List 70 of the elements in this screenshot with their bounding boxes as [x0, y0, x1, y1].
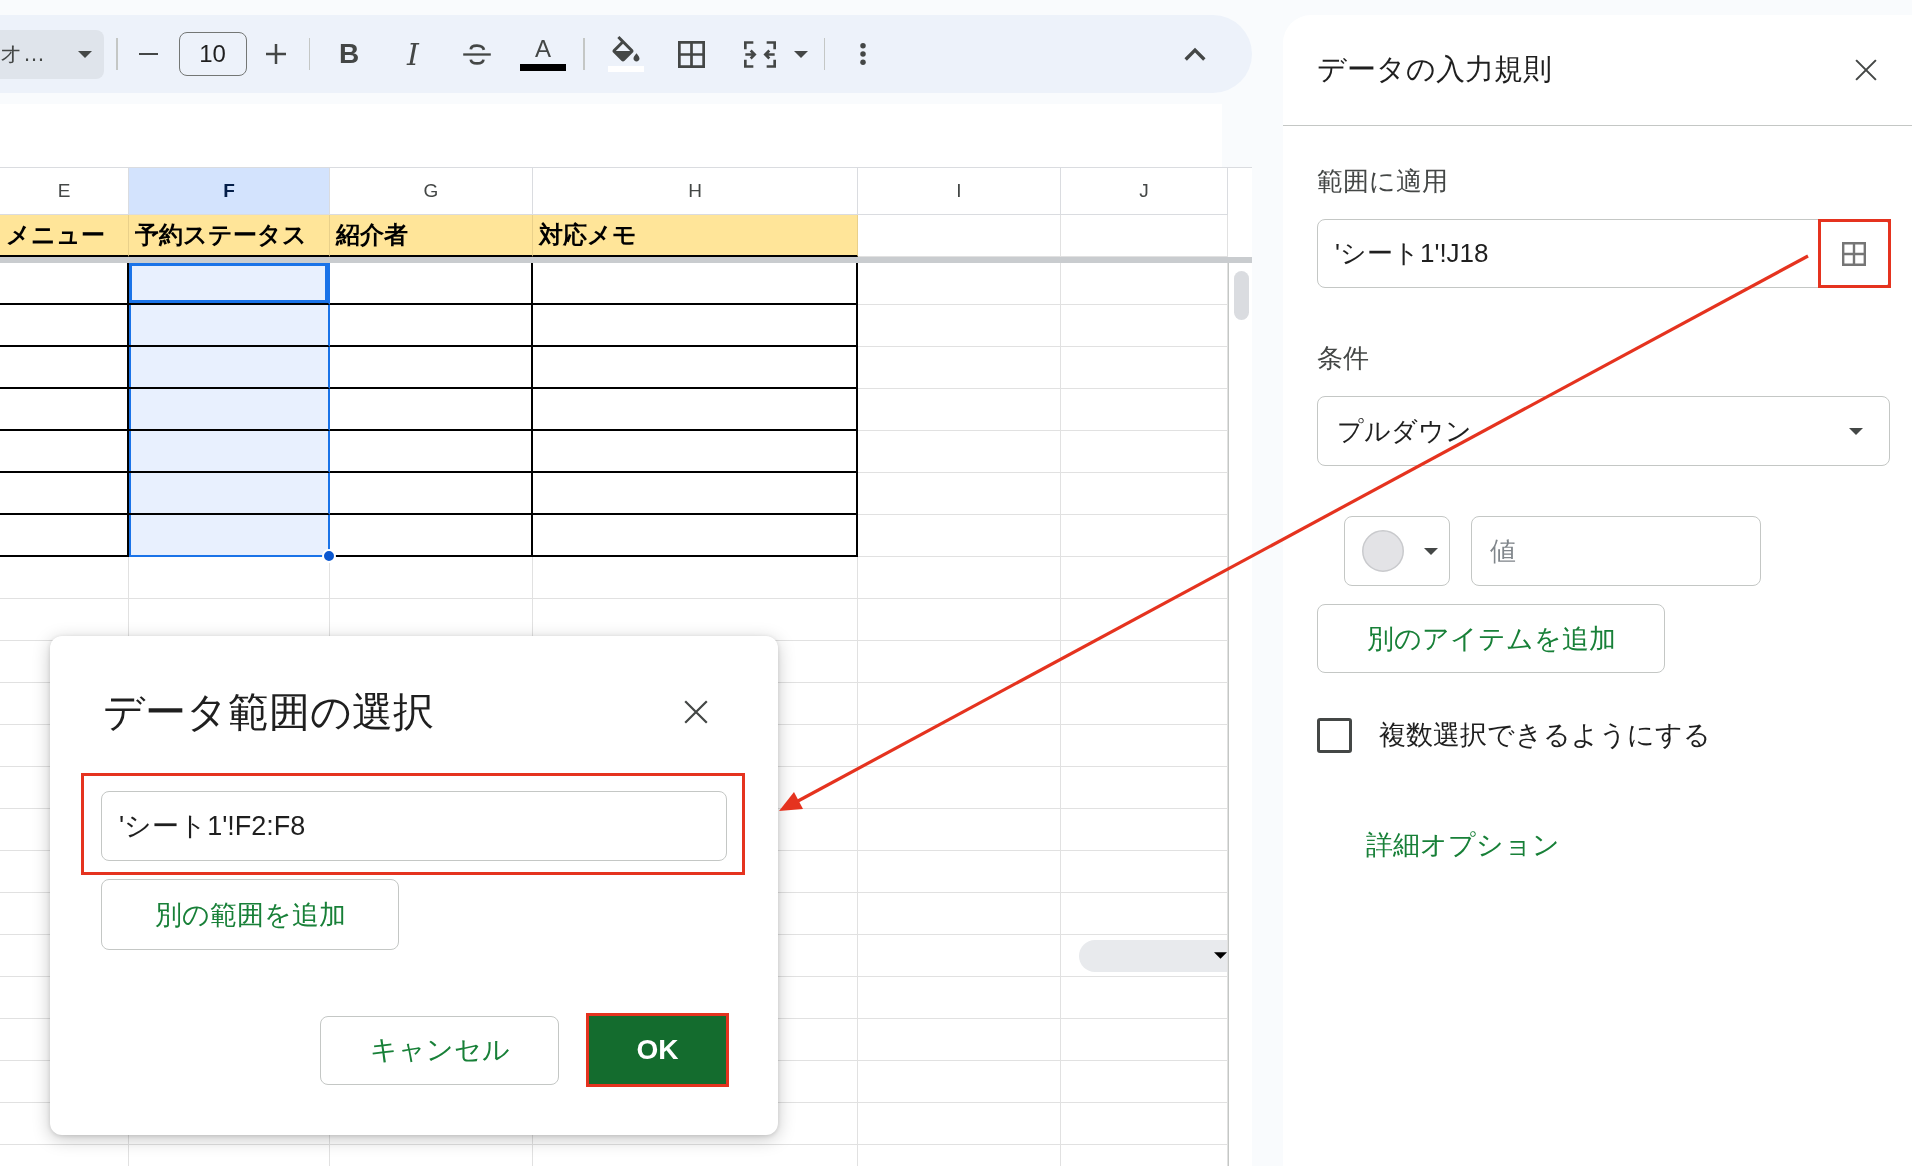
range-field[interactable]: 'シート1'!J18 [1317, 219, 1890, 288]
table-cell[interactable] [533, 515, 858, 557]
header-cell[interactable]: 対応メモ [533, 215, 858, 257]
dropdown-chip[interactable] [1079, 939, 1227, 972]
close-icon [1855, 59, 1877, 81]
table-cell[interactable] [533, 263, 858, 305]
grid-icon [1842, 241, 1866, 266]
strikethrough-icon [463, 42, 491, 66]
checkbox-label: 複数選択できるようにする [1379, 719, 1711, 752]
paint-bucket-icon [607, 36, 644, 72]
color-picker-button[interactable] [1344, 516, 1450, 586]
formula-bar[interactable] [0, 104, 1222, 167]
add-item-button[interactable]: 別のアイテムを追加 [1317, 604, 1665, 673]
table-cell[interactable] [129, 305, 330, 347]
font-menu[interactable]: オ… [0, 29, 104, 79]
header-cell[interactable]: メニュー [0, 215, 129, 257]
table-cell[interactable] [533, 431, 858, 473]
column-header[interactable]: F [129, 168, 330, 215]
close-button[interactable] [684, 700, 708, 724]
caret-icon [1424, 547, 1438, 555]
range-picker-button[interactable] [1817, 219, 1891, 288]
range-field[interactable]: 'シート1'!F2:F8 [101, 791, 727, 861]
table-cell[interactable] [129, 473, 330, 515]
caret-icon [1214, 952, 1227, 959]
merge-icon [743, 40, 776, 68]
plus-icon [265, 44, 286, 64]
font-size-field[interactable]: 10 [178, 32, 247, 76]
table-cell[interactable] [129, 263, 330, 305]
header-cell[interactable]: 紹介者 [330, 215, 533, 257]
fill-handle[interactable] [322, 549, 336, 563]
close-icon [684, 700, 708, 724]
table-cell[interactable] [330, 347, 533, 389]
advanced-options-link[interactable]: 詳細オプション [1366, 829, 1560, 861]
more-icon [860, 43, 866, 65]
cancel-button[interactable]: キャンセル [320, 1015, 559, 1085]
checkbox[interactable] [1317, 717, 1352, 753]
field-label: 範囲に適用 [1317, 166, 1448, 196]
table-cell[interactable] [330, 263, 533, 305]
table-cell[interactable] [129, 389, 330, 431]
bold-button[interactable]: B [325, 30, 373, 78]
table-cell[interactable] [129, 347, 330, 389]
table-cell[interactable] [330, 473, 533, 515]
table-cell[interactable] [533, 473, 858, 515]
close-button[interactable] [1855, 59, 1877, 81]
caret-icon [1849, 427, 1863, 435]
table-cell[interactable] [330, 431, 533, 473]
value-field[interactable]: 値 [1471, 516, 1761, 586]
ok-button[interactable]: OK [586, 1013, 729, 1087]
text-color-button[interactable]: A [519, 30, 567, 78]
color-swatch-icon [520, 64, 566, 71]
dialog-title: データ範囲の選択 [103, 687, 434, 737]
panel-title: データの入力規則 [1317, 52, 1552, 87]
header-cell[interactable]: 予約ステータス [129, 215, 330, 257]
caret-icon [793, 50, 808, 58]
table-cell[interactable] [533, 347, 858, 389]
caret-icon [78, 50, 92, 58]
italic-button[interactable]: I [389, 30, 437, 78]
color-dot-icon [1362, 530, 1404, 572]
add-range-button[interactable]: 別の範囲を追加 [101, 879, 399, 950]
field-label: 条件 [1317, 343, 1369, 373]
scrollbar-thumb[interactable] [1234, 271, 1249, 320]
table-cell[interactable] [330, 389, 533, 431]
table-cell[interactable] [533, 305, 858, 347]
table-cell[interactable] [129, 431, 330, 473]
grid-icon [678, 40, 705, 68]
table-cell[interactable] [533, 389, 858, 431]
table-cell[interactable] [330, 305, 533, 347]
minus-icon [139, 52, 158, 56]
condition-dropdown[interactable]: プルダウン [1317, 396, 1890, 466]
chevron-up-icon [1184, 47, 1206, 61]
